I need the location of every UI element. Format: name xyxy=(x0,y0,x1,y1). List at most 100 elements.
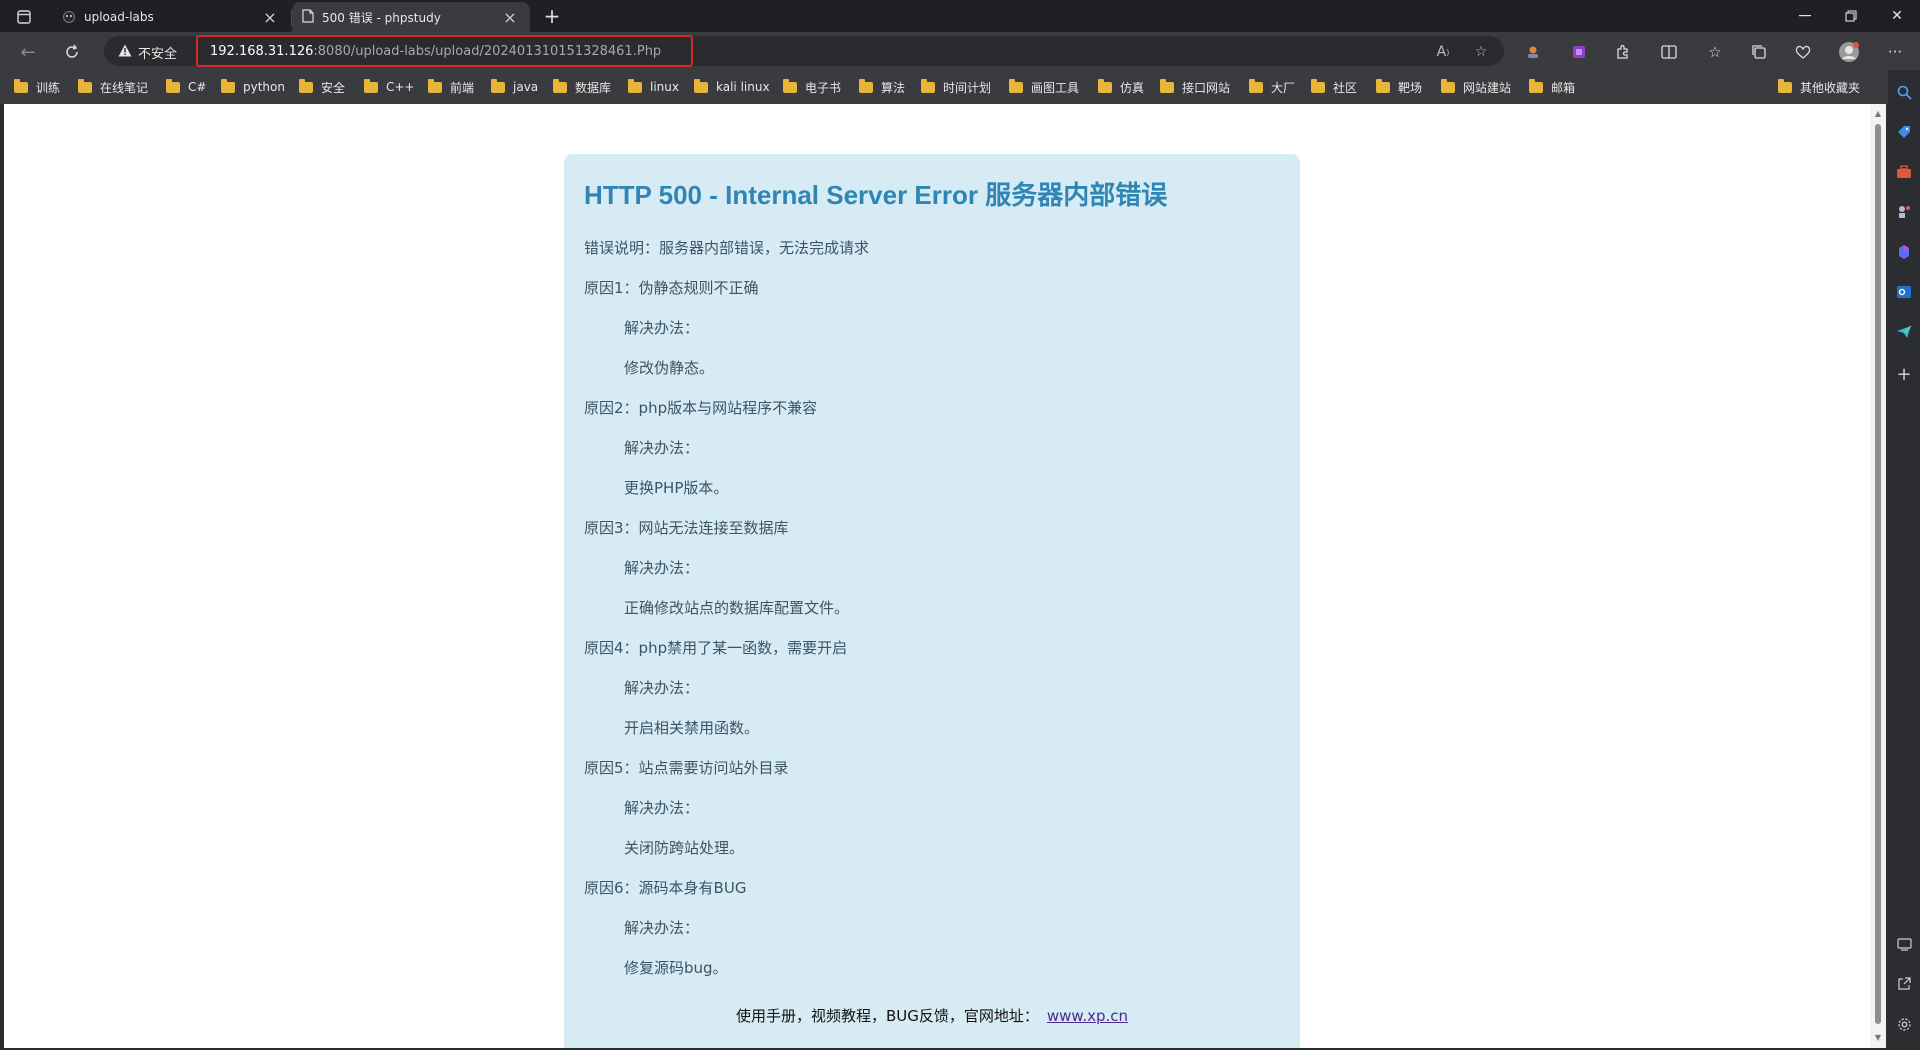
close-tab-icon[interactable]: × xyxy=(260,7,280,27)
fix-text: 修复源码bug。 xyxy=(624,959,728,977)
bookmark-label: java xyxy=(513,80,539,94)
scroll-down-arrow-icon[interactable]: ▼ xyxy=(1873,1032,1883,1042)
copilot-icon[interactable] xyxy=(1892,240,1916,264)
favorites-icon[interactable]: ☆ xyxy=(1702,39,1728,65)
bookmark-label: 算法 xyxy=(881,80,906,95)
bookmark-label: 数据库 xyxy=(575,80,612,95)
close-window-icon[interactable]: ✕ xyxy=(1874,0,1920,32)
split-screen-icon[interactable] xyxy=(1656,39,1682,65)
add-sidebar-app-icon[interactable]: + xyxy=(1892,362,1916,386)
bookmark-label: 时间计划 xyxy=(943,80,992,95)
bookmark-folder[interactable]: linux xyxy=(628,77,679,97)
settings-more-icon[interactable]: ··· xyxy=(1882,39,1908,65)
bookmark-folder[interactable]: 电子书 xyxy=(783,77,841,97)
bookmark-folder[interactable]: java xyxy=(491,77,538,97)
bookmark-folder[interactable]: 安全 xyxy=(299,77,345,97)
bookmark-folder[interactable]: kali linux xyxy=(694,77,770,97)
folder-icon xyxy=(14,78,28,93)
fix-label: 解决办法： xyxy=(624,559,700,577)
folder-icon xyxy=(1311,78,1325,93)
profile-avatar-icon[interactable] xyxy=(1836,39,1862,65)
error-card: HTTP 500 - Internal Server Error 服务器内部错误… xyxy=(564,154,1300,1048)
bookmark-folder[interactable]: 社区 xyxy=(1311,77,1357,97)
folder-icon xyxy=(859,78,873,93)
send-drop-icon[interactable] xyxy=(1892,320,1916,344)
bookmark-folder[interactable]: 大厂 xyxy=(1249,77,1295,97)
minimize-icon[interactable] xyxy=(1782,0,1828,32)
bookmark-folder[interactable]: 网站建站 xyxy=(1441,77,1511,97)
folder-icon xyxy=(1529,78,1543,93)
folder-icon xyxy=(491,78,505,93)
collections-icon[interactable] xyxy=(1746,39,1772,65)
address-bar[interactable]: 不安全 192.168.31.126:8080/upload-labs/uplo… xyxy=(104,35,1504,67)
folder-icon xyxy=(299,78,313,93)
bookmark-folder[interactable]: 前端 xyxy=(428,77,474,97)
back-icon[interactable]: ← xyxy=(14,38,42,66)
fix-text: 开启相关禁用函数。 xyxy=(624,719,760,737)
fix-text: 正确修改站点的数据库配置文件。 xyxy=(624,599,850,617)
hide-sidebar-icon[interactable] xyxy=(1892,932,1916,956)
error-description: 错误说明：服务器内部错误，无法完成请求 xyxy=(584,239,870,257)
navigation-toolbar: ← 不安全 192.168.31.126:8080/upload-labs/up… xyxy=(0,32,1920,70)
browser-essentials-icon[interactable] xyxy=(1790,39,1816,65)
url-field[interactable]: 192.168.31.126:8080/upload-labs/upload/2… xyxy=(196,35,693,67)
bookmark-folder[interactable]: 仿真 xyxy=(1098,77,1144,97)
bookmark-folder[interactable]: 在线笔记 xyxy=(78,77,148,97)
page-footer: 使用手册，视频教程，BUG反馈，官网地址： www.xp.cn xyxy=(564,1005,1300,1026)
sidebar-settings-gear-icon[interactable] xyxy=(1892,1012,1916,1036)
folder-icon xyxy=(1778,78,1792,93)
bookmark-label: 邮箱 xyxy=(1551,80,1576,95)
scroll-up-arrow-icon[interactable]: ▲ xyxy=(1873,108,1883,118)
reason-text: 原因6：源码本身有BUG xyxy=(584,879,747,897)
edge-sidebar: + xyxy=(1888,70,1920,1050)
extension-spy-icon[interactable] xyxy=(1520,39,1546,65)
bookmark-label: 社区 xyxy=(1333,80,1358,95)
tab-actions-icon[interactable] xyxy=(10,6,38,28)
read-aloud-icon[interactable]: A) xyxy=(1432,41,1454,63)
outlook-icon[interactable] xyxy=(1892,280,1916,304)
bookmark-folder[interactable]: 算法 xyxy=(859,77,905,97)
folder-icon xyxy=(553,78,567,93)
vertical-scrollbar[interactable]: ▲ ▼ xyxy=(1870,104,1886,1048)
shopping-tag-icon[interactable] xyxy=(1892,120,1916,144)
other-bookmarks-folder[interactable]: 其他收藏夹 xyxy=(1778,77,1860,97)
external-link-icon[interactable] xyxy=(1892,972,1916,996)
games-chess-icon[interactable] xyxy=(1892,200,1916,224)
bookmarks-bar: 训练 在线笔记 C# python 安全 C++ 前端 java 数据库 lin… xyxy=(0,70,1888,104)
bookmark-folder[interactable]: 训练 xyxy=(14,77,60,97)
fix-label: 解决办法： xyxy=(624,799,700,817)
scrollbar-thumb[interactable] xyxy=(1875,124,1881,1024)
fix-label: 解决办法： xyxy=(624,319,700,337)
bookmark-folder[interactable]: 靶场 xyxy=(1376,77,1422,97)
search-icon[interactable] xyxy=(1892,80,1916,104)
close-tab-icon[interactable]: × xyxy=(500,7,520,27)
restore-icon[interactable] xyxy=(1828,0,1874,32)
bookmark-folder[interactable]: 数据库 xyxy=(553,77,611,97)
bookmark-folder[interactable]: 画图工具 xyxy=(1009,77,1079,97)
refresh-icon[interactable] xyxy=(58,38,86,66)
extensions-puzzle-icon[interactable] xyxy=(1610,39,1636,65)
bookmark-label: linux xyxy=(650,80,679,94)
new-tab-icon[interactable]: + xyxy=(540,4,564,28)
tab-500-error[interactable]: 500 错误 - phpstudy × xyxy=(292,2,530,32)
bookmark-folder[interactable]: C# xyxy=(166,77,206,97)
bookmark-label: 其他收藏夹 xyxy=(1800,80,1861,95)
tab-upload-labs[interactable]: upload-labs × xyxy=(52,2,290,32)
tools-briefcase-icon[interactable] xyxy=(1892,160,1916,184)
official-site-link[interactable]: www.xp.cn xyxy=(1047,1007,1128,1025)
tab-title: 500 错误 - phpstudy xyxy=(322,10,441,25)
security-indicator[interactable]: 不安全 xyxy=(118,43,177,62)
folder-icon xyxy=(166,78,180,93)
bookmark-label: 大厂 xyxy=(1271,80,1296,95)
bookmark-folder[interactable]: C++ xyxy=(364,77,415,97)
bookmark-folder[interactable]: 接口网站 xyxy=(1160,77,1230,97)
extension-purple-icon[interactable] xyxy=(1566,39,1592,65)
bookmark-folder[interactable]: python xyxy=(221,77,285,97)
bookmark-label: 仿真 xyxy=(1120,80,1145,95)
fix-text: 关闭防跨站处理。 xyxy=(624,839,745,857)
favorite-star-icon[interactable]: ☆ xyxy=(1470,41,1492,63)
bookmark-folder[interactable]: 邮箱 xyxy=(1529,77,1575,97)
bookmark-label: 前端 xyxy=(450,80,475,95)
fix-label: 解决办法： xyxy=(624,919,700,937)
bookmark-folder[interactable]: 时间计划 xyxy=(921,77,991,97)
